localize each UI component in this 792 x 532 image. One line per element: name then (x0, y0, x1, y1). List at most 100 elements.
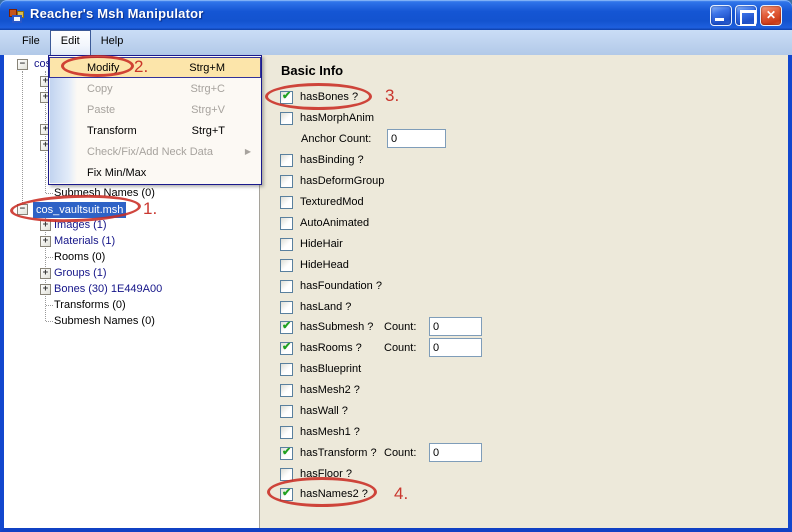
row-anchor-count: Anchor Count: (280, 129, 371, 149)
hasfoundation-checkbox[interactable] (280, 280, 293, 293)
row-hasblueprint: hasBlueprint (280, 359, 361, 379)
maximize-button[interactable] (735, 5, 757, 26)
tree-stub (46, 321, 53, 322)
hasmesh1-checkbox[interactable] (280, 426, 293, 439)
menu-help[interactable]: Help (91, 30, 134, 55)
annotation-circle-3 (265, 83, 372, 110)
hidehead-label: HideHead (300, 259, 349, 271)
app-icon (9, 7, 25, 23)
fix-min-max-label: Fix Min/Max (87, 167, 146, 179)
haswall-label: hasWall ? (300, 405, 348, 417)
row-hidehead: HideHead (280, 255, 349, 275)
annotation-number-1: 1. (143, 199, 157, 219)
window-controls (710, 5, 782, 26)
transform-shortcut: Strg+T (192, 125, 225, 137)
hasbinding-label: hasBinding ? (300, 154, 364, 166)
haswall-checkbox[interactable] (280, 405, 293, 418)
app-icon-square-blue (12, 15, 22, 23)
hastransform-label: hasTransform ? (300, 447, 377, 459)
tree-stub (46, 305, 53, 306)
autoanimated-checkbox[interactable] (280, 217, 293, 230)
hassubmesh-checkbox[interactable] (280, 321, 293, 334)
annotation-number-3: 3. (385, 86, 399, 106)
annotation-circle-4 (267, 477, 377, 507)
copy-label: Copy (87, 83, 113, 95)
minimize-button[interactable] (710, 5, 732, 26)
hasmorphanim-checkbox[interactable] (280, 112, 293, 125)
row-hasdeformgroup: hasDeformGroup (280, 171, 384, 191)
paste-label: Paste (87, 104, 115, 116)
tree-node-submesh-names-2[interactable]: Submesh Names (0) (54, 314, 155, 328)
hasfoundation-label: hasFoundation ? (300, 280, 382, 292)
row-hasrooms: hasRooms ? Count: (280, 338, 362, 358)
row-hidehair: HideHair (280, 234, 343, 254)
row-autoanimated: AutoAnimated (280, 213, 369, 233)
menu-file[interactable]: File (12, 30, 50, 55)
app-window: Reacher's Msh Manipulator File Edit Help… (0, 0, 792, 532)
hasdeformgroup-checkbox[interactable] (280, 175, 293, 188)
paste-shortcut: Strg+V (191, 104, 225, 116)
hasrooms-count-label: Count: (384, 342, 416, 354)
transform-label: Transform (87, 125, 137, 137)
row-hassubmesh: hasSubmesh ? Count: (280, 317, 373, 337)
hasrooms-checkbox[interactable] (280, 342, 293, 355)
basic-info-panel: Basic Info hasBones ? hasMorphAnim Ancho… (260, 55, 788, 528)
check-fix-label: Check/Fix/Add Neck Data (87, 146, 213, 158)
menu-item-check-fix-add-neck-data[interactable]: Check/Fix/Add Neck Data (49, 141, 261, 162)
hassubmesh-count-input[interactable] (429, 317, 482, 336)
hasdeformgroup-label: hasDeformGroup (300, 175, 384, 187)
hidehead-checkbox[interactable] (280, 259, 293, 272)
tree-node-transforms[interactable]: Transforms (0) (54, 298, 126, 312)
hasland-checkbox[interactable] (280, 301, 293, 314)
hidehair-label: HideHair (300, 238, 343, 250)
tree-toggle-root1[interactable] (17, 59, 28, 70)
menu-bar: File Edit Help (0, 30, 792, 55)
tree-toggle-groups[interactable] (40, 268, 51, 279)
texturedmod-checkbox[interactable] (280, 196, 293, 209)
tree-stub (46, 193, 53, 194)
hastransform-checkbox[interactable] (280, 447, 293, 460)
row-hastransform: hasTransform ? Count: (280, 443, 377, 463)
menu-item-fix-min-max[interactable]: Fix Min/Max (49, 162, 261, 183)
copy-shortcut: Strg+C (190, 83, 225, 95)
row-hasland: hasLand ? (280, 297, 351, 317)
hasrooms-label: hasRooms ? (300, 342, 362, 354)
tree-toggle-materials[interactable] (40, 236, 51, 247)
menu-item-paste[interactable]: Paste Strg+V (49, 99, 261, 120)
tree-node-rooms[interactable]: Rooms (0) (54, 250, 105, 264)
menu-item-copy[interactable]: Copy Strg+C (49, 78, 261, 99)
row-hasfoundation: hasFoundation ? (280, 276, 382, 296)
texturedmod-label: TexturedMod (300, 196, 364, 208)
title-bar[interactable]: Reacher's Msh Manipulator (0, 0, 792, 30)
hasrooms-count-input[interactable] (429, 338, 482, 357)
tree-node-materials[interactable]: Materials (1) (54, 234, 115, 248)
window-title: Reacher's Msh Manipulator (30, 6, 204, 21)
hastransform-count-input[interactable] (429, 443, 482, 462)
annotation-circle-2 (61, 55, 134, 77)
menu-item-transform[interactable]: Transform Strg+T (49, 120, 261, 141)
anchor-count-label: Anchor Count: (301, 133, 371, 145)
hasbinding-checkbox[interactable] (280, 154, 293, 167)
hasland-label: hasLand ? (300, 301, 351, 313)
tree-stub (46, 257, 53, 258)
tree-toggle-bones[interactable] (40, 284, 51, 295)
tree-connector-line (22, 71, 23, 209)
hasblueprint-checkbox[interactable] (280, 363, 293, 376)
menu-edit[interactable]: Edit (50, 30, 91, 55)
hasmesh1-label: hasMesh1 ? (300, 426, 360, 438)
autoanimated-label: AutoAnimated (300, 217, 369, 229)
tree-node-groups[interactable]: Groups (1) (54, 266, 107, 280)
hasblueprint-label: hasBlueprint (300, 363, 361, 375)
hastransform-count-label: Count: (384, 447, 416, 459)
hasmesh2-checkbox[interactable] (280, 384, 293, 397)
row-hasmorphanim: hasMorphAnim (280, 108, 374, 128)
hidehair-checkbox[interactable] (280, 238, 293, 251)
anchor-count-input[interactable] (387, 129, 446, 148)
row-texturedmod: TexturedMod (280, 192, 364, 212)
hasmorphanim-label: hasMorphAnim (300, 112, 374, 124)
hasmesh2-label: hasMesh2 ? (300, 384, 360, 396)
row-hasmesh1: hasMesh1 ? (280, 422, 360, 442)
row-haswall: hasWall ? (280, 401, 348, 421)
close-button[interactable] (760, 5, 782, 26)
tree-node-bones[interactable]: Bones (30) 1E449A00 (54, 282, 162, 296)
